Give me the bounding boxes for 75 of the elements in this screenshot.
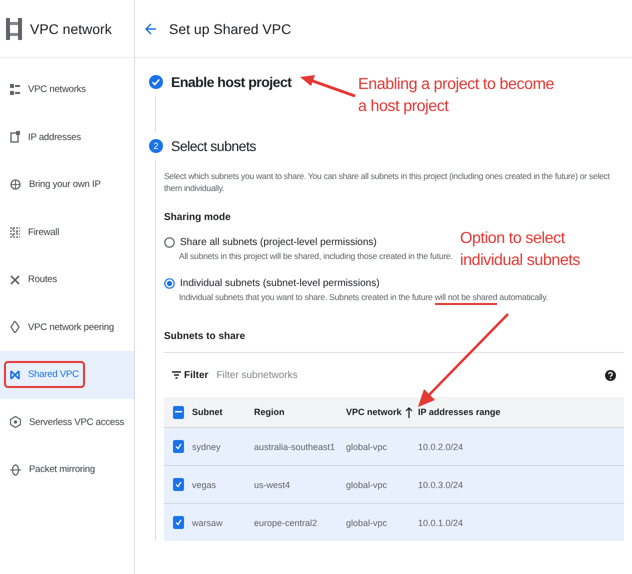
sidebar-label: Shared VPC — [28, 369, 79, 380]
radio-option[interactable]: Share all subnets (project-level permissions) — [164, 237, 377, 248]
table-cell-text: global-vpc — [346, 518, 388, 528]
table-cell-text: australia-southeast1 — [254, 442, 336, 452]
annotation-text: Enabling a project to become — [358, 76, 554, 94]
cross-arrows-icon — [10, 274, 20, 285]
network-logo-icon — [6, 18, 22, 40]
sidebar-item[interactable]: Packet mirroring — [0, 446, 134, 494]
sidebar-label: IP addresses — [28, 132, 81, 143]
checkbox[interactable] — [173, 516, 184, 529]
minus-icon — [175, 411, 182, 413]
sidebar-item[interactable]: VPC networks — [0, 66, 134, 114]
checkmark-icon — [175, 519, 182, 526]
help-text: Individual subnets that you want to share. Subnets created in the future will not be shared automatically. — [179, 292, 548, 305]
document-icon — [10, 131, 20, 144]
sidebar-item[interactable]: IP addresses — [0, 114, 134, 161]
filter-field[interactable]: Filter subnetworks — [214, 368, 599, 382]
sidebar-item[interactable]: Routes — [0, 256, 134, 304]
table-cell-text: sydney — [192, 442, 222, 452]
table-cell-text: warsaw — [192, 518, 224, 528]
column-header[interactable]: Subnet — [192, 407, 254, 417]
sidebar-item[interactable]: Shared VPC — [0, 351, 134, 398]
sidebar-label: Firewall — [28, 226, 60, 238]
sidebar-label: VPC networks — [28, 84, 86, 96]
help-text: All subnets in this project will be shared, including those created in the future. — [179, 251, 453, 263]
sidebar-item[interactable]: Serverless VPC access — [0, 398, 134, 446]
select-all-checkbox[interactable] — [173, 406, 184, 418]
sidebar-item[interactable]: Firewall — [0, 208, 134, 256]
radio-button[interactable] — [164, 237, 175, 248]
checkmark-icon — [175, 443, 182, 450]
sidebar-item[interactable]: Bring your own IP — [0, 161, 134, 208]
table-cell-text: vegas — [192, 480, 218, 490]
checkbox[interactable] — [173, 478, 184, 491]
radio-option[interactable]: Individual subnets (subnet-level permissions) — [164, 278, 380, 289]
table-cell-text: 10.0.1.0/24 — [418, 518, 464, 528]
annotation-text: individual subnets — [460, 252, 580, 270]
table-cell-text: europe-central2 — [254, 518, 318, 528]
sort-arrow-icon[interactable] — [404, 406, 413, 418]
sidebar-label: VPC network peering — [28, 322, 114, 333]
annotation-arrow — [300, 74, 356, 98]
table-cell-text: us-west4 — [254, 480, 292, 490]
section-label: Subnets to share — [164, 331, 246, 342]
sidebar-title: VPC network — [30, 20, 112, 36]
table-cell-text: 10.0.3.0/24 — [418, 480, 464, 490]
orb-icon — [10, 464, 21, 476]
globe-icon — [10, 179, 21, 190]
radio-button[interactable] — [164, 278, 175, 289]
filter-button[interactable]: Filter — [172, 370, 208, 380]
brick-wall-icon — [10, 226, 20, 238]
section-label: Sharing mode — [164, 212, 232, 223]
column-header[interactable]: VPC network — [346, 406, 418, 418]
table-cell-text: global-vpc — [346, 442, 388, 452]
annotation-text: Option to select — [460, 230, 566, 248]
diamond-icon — [10, 321, 20, 334]
sidebar-label: Routes — [28, 274, 57, 286]
step-title: Select subnets — [171, 138, 256, 154]
sidebar-label: Serverless VPC access — [29, 416, 124, 428]
column-header[interactable]: IP addresses range — [418, 407, 624, 417]
sidebar-label: Packet mirroring — [29, 464, 95, 476]
sidebar-label: Bring your own IP — [29, 179, 101, 190]
checkmark-icon — [175, 481, 182, 488]
description-text: Select which subnets you want to share. You can share all subnets in this project (including ones created in the future) or select them individually. — [164, 170, 611, 194]
step-number-icon: 2 — [149, 139, 163, 153]
help-icon[interactable] — [605, 370, 616, 380]
sidebar-item[interactable]: VPC network peering — [0, 304, 134, 351]
annotation-text: a host project — [358, 98, 450, 116]
checkbox[interactable] — [173, 440, 184, 453]
column-header[interactable]: Region — [254, 407, 346, 417]
back-arrow-icon[interactable] — [145, 22, 157, 34]
table-cell-text: 10.0.2.0/24 — [418, 442, 464, 452]
step-title: Enable host project — [171, 74, 292, 90]
filter-icon — [172, 371, 181, 379]
page-title: Set up Shared VPC — [169, 20, 292, 36]
hexagon-icon — [10, 416, 21, 428]
table-cell-text: global-vpc — [346, 480, 388, 490]
